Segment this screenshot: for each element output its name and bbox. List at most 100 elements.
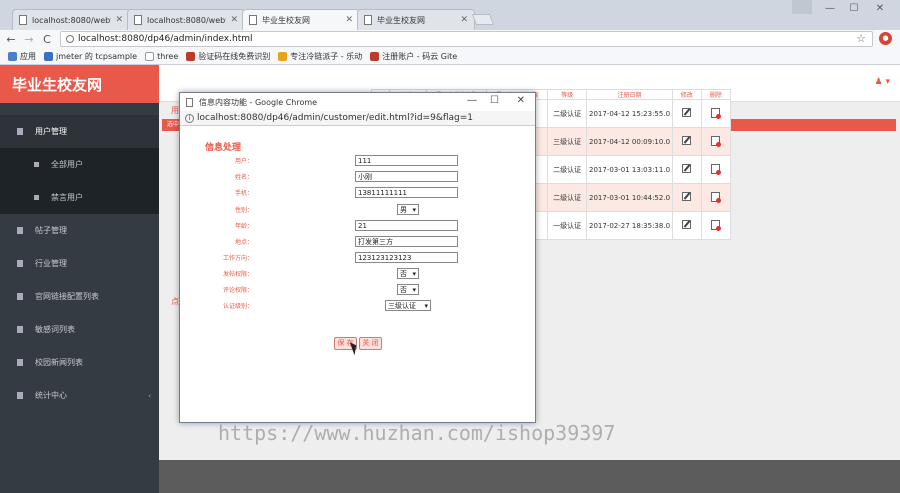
post-permission-label: 发帖权限： xyxy=(222,271,253,278)
browser-tab-3[interactable]: 毕业生校友网 ✕ xyxy=(242,9,360,30)
cert-level-select[interactable]: 三级认证 xyxy=(385,300,431,311)
sidebar-item-campus-news[interactable]: 校园新闻列表 xyxy=(0,346,159,379)
info-icon[interactable] xyxy=(66,35,74,43)
form-title: 信息处理 xyxy=(205,143,242,153)
reload-icon[interactable]: C xyxy=(40,33,54,46)
delete-icon[interactable] xyxy=(711,107,722,119)
work-field[interactable]: 123123123123 xyxy=(355,252,458,263)
profile-button[interactable] xyxy=(792,0,812,14)
file-icon xyxy=(17,260,23,267)
submenu: 全部用户 禁言用户 xyxy=(0,148,159,214)
popup-url-bar[interactable]: i localhost:8080/dp46/admin/customer/edi… xyxy=(180,111,535,126)
page-icon xyxy=(249,15,257,25)
form-row-age: 年龄： 21 xyxy=(180,220,537,233)
delete-icon[interactable] xyxy=(711,135,722,147)
minimize-button[interactable]: — xyxy=(820,3,840,14)
new-tab-button[interactable] xyxy=(471,14,495,25)
browser-tab-2[interactable]: localhost:8080/webto ✕ xyxy=(127,9,245,30)
form-row-cert-level: 认证级别： 三级认证 xyxy=(180,300,537,313)
sidebar-item-user-management[interactable]: 用户管理 xyxy=(0,115,159,148)
bookmark-gitee[interactable]: 注册账户 - 码云 Gite xyxy=(370,51,457,62)
tab-label: localhost:8080/webto xyxy=(32,15,112,25)
bookmark-three[interactable]: three xyxy=(145,51,178,61)
form-row-work: 工作方向： 123123123123 xyxy=(180,252,537,265)
tab-label: 毕业生校友网 xyxy=(262,15,310,25)
post-permission-select[interactable]: 否 xyxy=(397,268,419,279)
popup-titlebar[interactable]: 信息内容功能 - Google Chrome — ☐ ✕ xyxy=(180,93,535,111)
comment-permission-select[interactable]: 否 xyxy=(397,284,419,295)
tab-label: localhost:8080/webto xyxy=(147,15,227,25)
url-text: localhost:8080/dp46/admin/index.html xyxy=(78,34,253,44)
close-window-button[interactable]: ✕ xyxy=(870,3,890,14)
edit-popup-window: 信息内容功能 - Google Chrome — ☐ ✕ i localhost… xyxy=(179,92,536,423)
age-label: 年龄： xyxy=(234,223,253,230)
footer-note: 点 xyxy=(171,297,179,306)
sidebar-item-muted-users[interactable]: 禁言用户 xyxy=(0,181,159,214)
username-field[interactable]: 111 xyxy=(355,155,458,166)
delete-icon[interactable] xyxy=(711,219,722,231)
site-brand[interactable]: 毕业生校友网 xyxy=(0,65,159,103)
form-row-comment-permission: 评论权限： 否 xyxy=(180,284,537,297)
sidebar-menu: 用户管理 全部用户 禁言用户 帖子管理 行业管理 官网链接配置列表 敏感词列表 … xyxy=(0,115,159,412)
edit-icon[interactable] xyxy=(682,192,692,201)
sidebar-item-industry[interactable]: 行业管理 xyxy=(0,247,159,280)
work-label: 工作方向： xyxy=(222,255,253,262)
name-field[interactable]: 小刚 xyxy=(355,171,458,182)
bookmark-star-icon[interactable]: ☆ xyxy=(856,32,866,45)
edit-icon[interactable] xyxy=(682,164,692,173)
page-icon xyxy=(134,15,142,25)
close-icon[interactable]: ✕ xyxy=(460,15,468,25)
back-icon[interactable]: ← xyxy=(4,33,18,46)
sidebar-item-posts[interactable]: 帖子管理 xyxy=(0,214,159,247)
site-icon xyxy=(278,51,288,61)
form-row-gender: 性别： 男 xyxy=(180,204,537,217)
edit-icon[interactable] xyxy=(682,136,692,145)
info-icon[interactable]: i xyxy=(185,113,194,123)
file-icon xyxy=(17,293,23,300)
form-buttons: 保 存 关 闭 xyxy=(334,337,382,350)
sidebar-item-all-users[interactable]: 全部用户 xyxy=(0,148,159,181)
maximize-button[interactable]: ☐ xyxy=(844,3,864,14)
url-bar[interactable]: localhost:8080/dp46/admin/index.html ☆ xyxy=(60,31,873,47)
form-row-post-permission: 发帖权限： 否 xyxy=(180,268,537,281)
user-menu-icon[interactable]: ♟ ▾ xyxy=(875,77,890,87)
browser-tab-4[interactable]: 毕业生校友网 ✕ xyxy=(357,9,475,30)
sidebar-item-sensitive-words[interactable]: 敏感词列表 xyxy=(0,313,159,346)
minimize-button[interactable]: — xyxy=(467,95,477,106)
gender-select[interactable]: 男 xyxy=(397,204,419,215)
browser-tab-strip: localhost:8080/webto ✕ localhost:8080/web… xyxy=(0,0,900,30)
forward-icon[interactable]: → xyxy=(22,33,36,46)
bullet-icon xyxy=(34,162,39,167)
close-window-button[interactable]: ✕ xyxy=(517,95,525,106)
close-button[interactable]: 关 闭 xyxy=(359,337,382,350)
phone-field[interactable]: 13811111111 xyxy=(355,187,458,198)
location-field[interactable]: 打发第三方 xyxy=(355,236,458,247)
delete-icon[interactable] xyxy=(711,191,722,203)
bullet-icon xyxy=(34,195,39,200)
gitee-icon xyxy=(370,51,380,61)
apps-icon xyxy=(8,51,17,61)
extension-icon[interactable]: ● xyxy=(879,32,892,45)
bookmark-captcha[interactable]: 验证码在线免费识别 xyxy=(186,51,270,62)
comment-permission-label: 评论权限： xyxy=(222,287,253,294)
chevron-left-icon: ‹ xyxy=(148,391,151,400)
close-icon[interactable]: ✕ xyxy=(230,15,238,25)
form-row-username: 用户： 111 xyxy=(180,155,537,168)
close-icon[interactable]: ✕ xyxy=(345,15,353,25)
browser-tab-1[interactable]: localhost:8080/webto ✕ xyxy=(12,9,130,30)
shield-icon xyxy=(44,51,53,61)
sidebar-item-site-links[interactable]: 官网链接配置列表 xyxy=(0,280,159,313)
maximize-button[interactable]: ☐ xyxy=(490,95,499,106)
gender-label: 性别： xyxy=(234,207,253,214)
delete-icon[interactable] xyxy=(711,163,722,175)
edit-icon[interactable] xyxy=(682,220,692,229)
close-icon[interactable]: ✕ xyxy=(115,15,123,25)
form-row-name: 姓名： 小刚 xyxy=(180,171,537,184)
age-field[interactable]: 21 xyxy=(355,220,458,231)
sidebar-item-stats[interactable]: 统计中心 ‹ xyxy=(0,379,159,412)
file-icon xyxy=(17,359,23,366)
bookmark-apps[interactable]: 应用 xyxy=(8,51,36,62)
bookmark-ledong[interactable]: 专注冷链派子 - 乐动 xyxy=(278,51,362,62)
edit-icon[interactable] xyxy=(682,108,692,117)
bookmark-jmeter[interactable]: jmeter 的 tcpsample xyxy=(44,51,137,62)
